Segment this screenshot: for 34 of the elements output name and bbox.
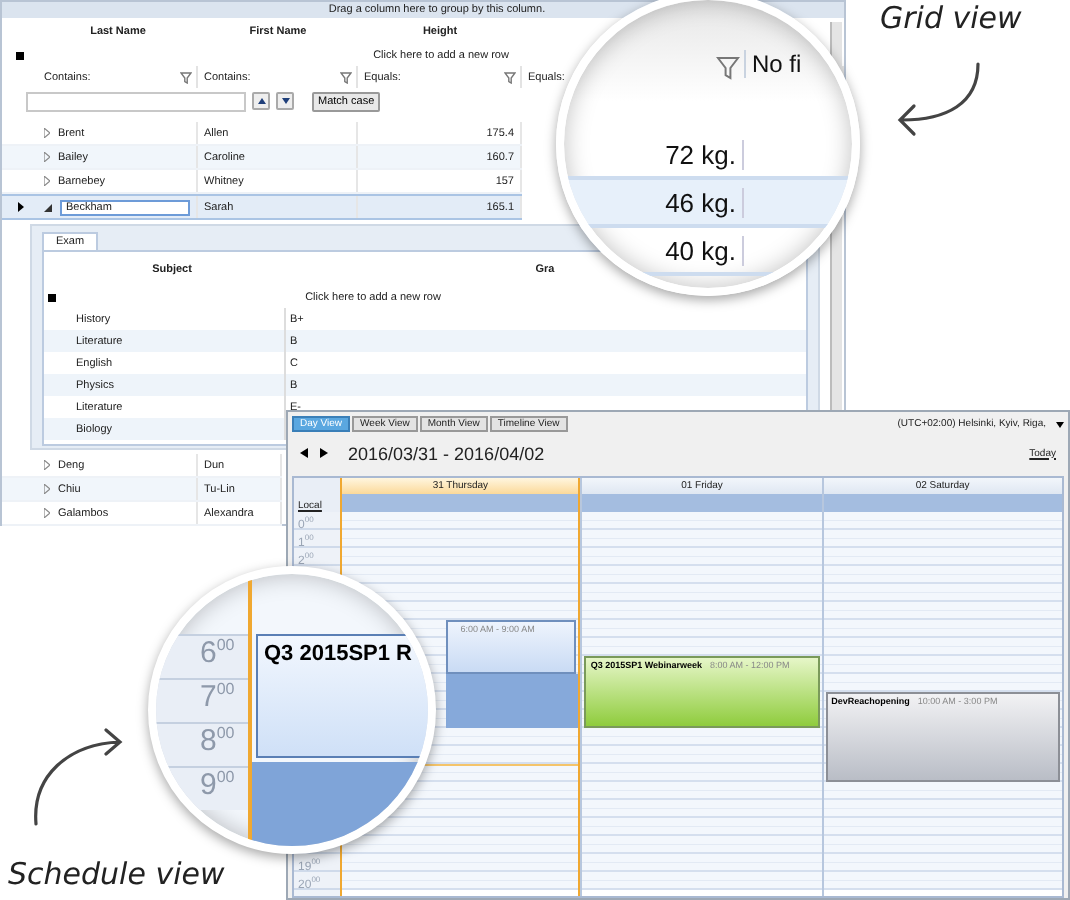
expand-icon[interactable]: [44, 460, 50, 470]
caption: Schedule view: [8, 856, 225, 892]
filter-icon[interactable]: [180, 71, 192, 83]
table-cell: 46 kg.: [564, 187, 744, 217]
filter-icon[interactable]: [504, 71, 516, 83]
arrow-icon: [28, 724, 128, 828]
previous-icon[interactable]: [300, 448, 308, 458]
new-row-icon: [48, 293, 56, 301]
hour-label: 9$^{00}$: [198, 768, 235, 802]
filter-icon: [716, 56, 740, 80]
new-row-icon: [16, 52, 24, 60]
filter-icon[interactable]: [340, 71, 352, 83]
table-cell: 40 kg.: [564, 235, 744, 265]
expand-icon[interactable]: [44, 508, 50, 518]
hour-label: 7$^{00}$: [198, 680, 235, 714]
next-icon[interactable]: [320, 448, 328, 458]
collapse-icon[interactable]: [44, 203, 52, 211]
up-button[interactable]: [252, 92, 270, 110]
hour-label: 6$^{00}$: [198, 636, 235, 670]
table-cell: 72 kg.: [564, 139, 744, 169]
current-row-icon: [17, 202, 23, 212]
expand-icon[interactable]: [44, 152, 50, 162]
hour-label: 8$^{00}$: [198, 724, 235, 758]
expand-icon[interactable]: [44, 128, 50, 138]
caption: Grid view: [880, 0, 1022, 36]
expand-icon[interactable]: [44, 484, 50, 494]
expand-icon[interactable]: [44, 176, 50, 186]
up-arrow-icon: [257, 98, 265, 104]
date-range: 2016/03/31 - 2016/04/02: [348, 443, 545, 463]
down-arrow-icon: [281, 98, 289, 104]
caret-icon: [1056, 421, 1064, 427]
filter-input[interactable]: [26, 91, 246, 111]
filter-operator: No fi: [744, 50, 802, 78]
down-button[interactable]: [276, 92, 294, 110]
